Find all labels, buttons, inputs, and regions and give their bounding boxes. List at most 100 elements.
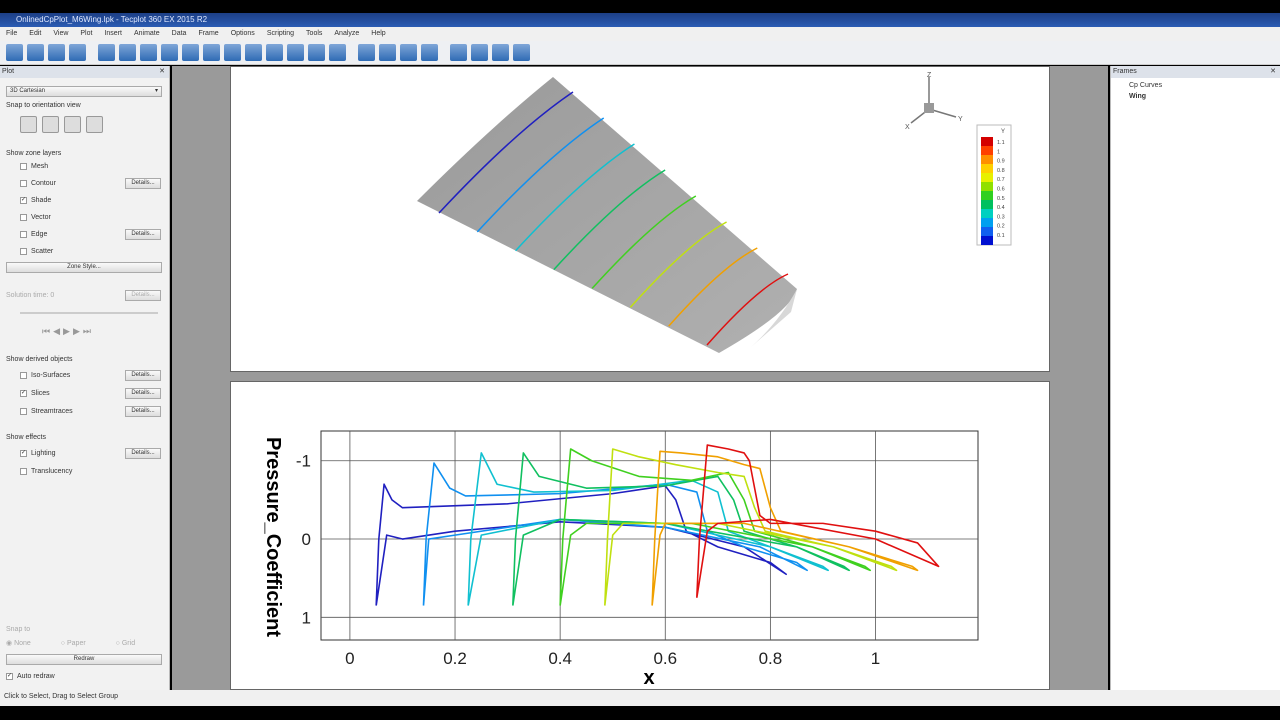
details-button[interactable]: Details... <box>125 388 161 399</box>
print-tool-icon[interactable] <box>69 44 86 61</box>
edge-checkbox[interactable]: Edge <box>20 231 47 238</box>
spin-tool-icon[interactable] <box>203 44 220 61</box>
frame-item-cp-curves[interactable]: Cp Curves <box>1129 80 1280 91</box>
edit-3d-tool-icon[interactable] <box>358 44 375 61</box>
contour-checkbox[interactable]: Contour <box>20 180 56 187</box>
mesh-checkbox[interactable]: Mesh <box>20 163 48 170</box>
menu-view[interactable]: View <box>53 27 68 41</box>
menu-analyze[interactable]: Analyze <box>334 27 359 41</box>
checkbox[interactable]: ✓ <box>20 197 27 204</box>
menu-help[interactable]: Help <box>371 27 385 41</box>
adjust-tool-icon[interactable] <box>119 44 136 61</box>
last-frame-icon[interactable]: ⏭ <box>83 326 91 337</box>
polyline-tool-icon[interactable] <box>421 44 438 61</box>
menu-insert[interactable]: Insert <box>104 27 122 41</box>
slice-tool-icon[interactable] <box>266 44 283 61</box>
streamtraces-checkbox[interactable]: Streamtraces <box>20 408 73 415</box>
legend-swatch <box>981 155 993 164</box>
details-button[interactable]: Details... <box>125 178 161 189</box>
translate-tool-icon[interactable] <box>161 44 178 61</box>
first-frame-icon[interactable]: ⏮ <box>42 326 50 337</box>
frame-item-wing[interactable]: Wing <box>1129 91 1280 102</box>
close-icon[interactable]: ✕ <box>1270 66 1276 78</box>
view-xz-button[interactable] <box>42 116 59 133</box>
menu-plot[interactable]: Plot <box>80 27 92 41</box>
checkbox[interactable] <box>20 408 27 415</box>
zone-style-button[interactable]: Zone Style... <box>6 262 162 273</box>
vector-checkbox[interactable]: Vector <box>20 214 51 221</box>
shade-tool-icon[interactable] <box>379 44 396 61</box>
auto-redraw-checkbox[interactable]: ✓ Auto redraw <box>6 673 55 680</box>
save-tool-icon[interactable] <box>48 44 65 61</box>
menu-frame[interactable]: Frame <box>198 27 218 41</box>
menu-file[interactable]: File <box>6 27 17 41</box>
translucency-checkbox[interactable]: Translucency <box>20 468 72 475</box>
legend-level: 0.6 <box>997 187 1005 193</box>
menu-scripting[interactable]: Scripting <box>267 27 294 41</box>
menu-data[interactable]: Data <box>172 27 187 41</box>
open-tool-icon[interactable] <box>27 44 44 61</box>
select-tool-icon[interactable] <box>98 44 115 61</box>
checkbox[interactable] <box>20 468 27 475</box>
legend-swatch <box>981 200 993 209</box>
checkbox[interactable] <box>20 231 27 238</box>
text-tool-icon[interactable] <box>400 44 417 61</box>
probe-tool-icon[interactable] <box>245 44 262 61</box>
menu-options[interactable]: Options <box>231 27 255 41</box>
x-tick-label: 0 <box>345 649 354 668</box>
ellipse-tool-icon[interactable] <box>492 44 509 61</box>
status-text: Click to Select, Drag to Select Group <box>4 693 118 700</box>
checkbox[interactable] <box>20 163 27 170</box>
legend-level: 0.2 <box>997 224 1005 230</box>
streamtrace-tool-icon[interactable] <box>329 44 346 61</box>
time-slider[interactable] <box>20 312 158 314</box>
snap-none-radio[interactable]: ◉ None <box>6 639 31 647</box>
details-button[interactable]: Details... <box>125 406 161 417</box>
image-tool-icon[interactable] <box>513 44 530 61</box>
circle-tool-icon[interactable] <box>471 44 488 61</box>
legend-level: 0.1 <box>997 233 1005 239</box>
shade-checkbox[interactable]: ✓ Shade <box>20 197 51 204</box>
solution-time-details-button[interactable]: Details... <box>125 290 161 301</box>
menu-tools[interactable]: Tools <box>306 27 322 41</box>
view-3d-button[interactable] <box>86 116 103 133</box>
snap-grid-radio[interactable]: ○ Grid <box>116 640 135 647</box>
checkbox[interactable] <box>20 372 27 379</box>
lighting-checkbox[interactable]: ✓ Lighting <box>20 450 56 457</box>
rollercoaster-tool-icon[interactable] <box>224 44 241 61</box>
redraw-button[interactable]: Redraw <box>6 654 162 665</box>
menu-edit[interactable]: Edit <box>29 27 41 41</box>
status-bar: Click to Select, Drag to Select Group <box>0 690 1280 706</box>
details-button[interactable]: Details... <box>125 448 161 459</box>
checkbox[interactable]: ✓ <box>20 450 27 457</box>
contour-tool-icon[interactable] <box>287 44 304 61</box>
snap-paper-radio[interactable]: ○ Paper <box>61 640 86 647</box>
view-yz-button[interactable] <box>64 116 81 133</box>
play-icon[interactable]: ▶ <box>63 326 70 337</box>
scatter-checkbox[interactable]: Scatter <box>20 248 53 255</box>
slices-checkbox[interactable]: ✓ Slices <box>20 390 50 397</box>
view-xy-button[interactable] <box>20 116 37 133</box>
snap-label: Snap to orientation view <box>6 102 81 109</box>
details-button[interactable]: Details... <box>125 370 161 381</box>
extract-tool-icon[interactable] <box>308 44 325 61</box>
checkbox[interactable] <box>20 180 27 187</box>
step-back-icon[interactable]: ◀ <box>53 326 60 337</box>
menu-animate[interactable]: Animate <box>134 27 160 41</box>
details-button[interactable]: Details... <box>125 229 161 240</box>
cp-series-line <box>375 483 787 606</box>
new-tool-icon[interactable] <box>6 44 23 61</box>
zoom-tool-icon[interactable] <box>140 44 157 61</box>
step-forward-icon[interactable]: ▶ <box>73 326 80 337</box>
cp-curves-frame[interactable]: 0 0.2 0.4 0.6 0.8 1 -1 0 1 x Pressure_Coefficient <box>230 381 1050 690</box>
solution-time-label: Solution time: 0 <box>6 292 55 299</box>
checkbox[interactable] <box>20 214 27 221</box>
plot-type-select[interactable]: 3D Cartesian ▾ <box>6 86 162 97</box>
checkbox[interactable]: ✓ <box>20 390 27 397</box>
close-icon[interactable]: ✕ <box>159 66 165 78</box>
wing-3d-frame[interactable]: Z X Y Y 1.1 1 0.9 0.8 0.7 0.6 0.5 0.4 0.3 0.2 0.1 <box>230 66 1050 372</box>
checkbox[interactable] <box>20 248 27 255</box>
iso-surfaces-checkbox[interactable]: Iso-Surfaces <box>20 372 70 379</box>
rotate-tool-icon[interactable] <box>182 44 199 61</box>
rectangle-tool-icon[interactable] <box>450 44 467 61</box>
